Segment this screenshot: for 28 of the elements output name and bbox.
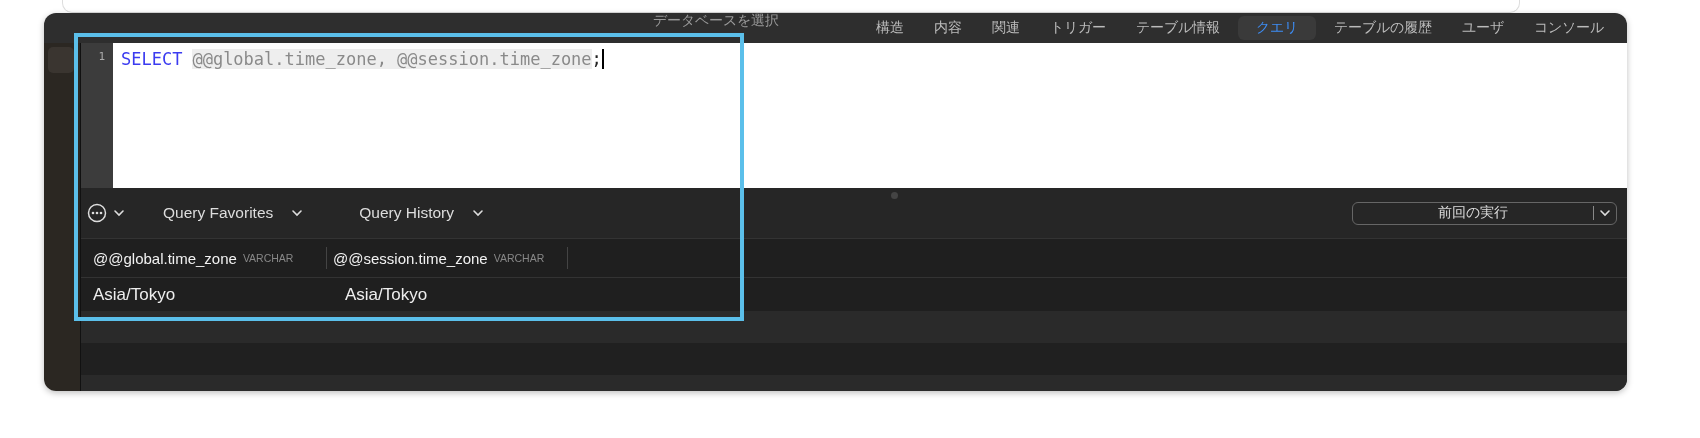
more-button[interactable] bbox=[87, 203, 125, 223]
column-type: VARCHAR bbox=[493, 252, 545, 264]
splitter-handle[interactable] bbox=[891, 192, 898, 199]
column-header[interactable]: @@session.time_zone bbox=[333, 249, 488, 267]
tab[interactable]: データベースを選択 bbox=[641, 13, 791, 33]
column-type: VARCHAR bbox=[242, 252, 294, 264]
chevron-icon bbox=[472, 209, 484, 217]
tab[interactable]: 構造 bbox=[864, 16, 916, 40]
chevron-icon bbox=[113, 209, 125, 217]
table-cell: Asia/Tokyo bbox=[93, 284, 176, 305]
ellipsis-icon bbox=[87, 203, 107, 223]
line-number: 1 bbox=[98, 49, 106, 64]
tab[interactable]: トリガー bbox=[1038, 16, 1118, 40]
run-mode-dropdown[interactable]: 前回の実行 bbox=[1352, 201, 1617, 225]
table-cell: Asia/Tokyo bbox=[345, 284, 428, 305]
chevron-icon bbox=[291, 209, 304, 217]
menu-button[interactable]: Query History bbox=[359, 204, 484, 222]
tab[interactable]: コンソール bbox=[1522, 16, 1616, 40]
tab[interactable]: クエリ bbox=[1238, 16, 1316, 40]
column-header[interactable]: @@global.time_zone bbox=[93, 249, 237, 267]
tab[interactable]: テーブルの履歴 bbox=[1322, 16, 1444, 40]
tab[interactable]: テーブル情報 bbox=[1124, 16, 1232, 40]
text-cursor bbox=[601, 49, 604, 69]
menu-button[interactable]: Query Favorites bbox=[163, 204, 304, 222]
tab[interactable]: ユーザ bbox=[1450, 16, 1516, 40]
tab[interactable]: 関連 bbox=[980, 16, 1032, 40]
tab[interactable]: 内容 bbox=[922, 16, 974, 40]
chevron-icon bbox=[1599, 209, 1611, 217]
